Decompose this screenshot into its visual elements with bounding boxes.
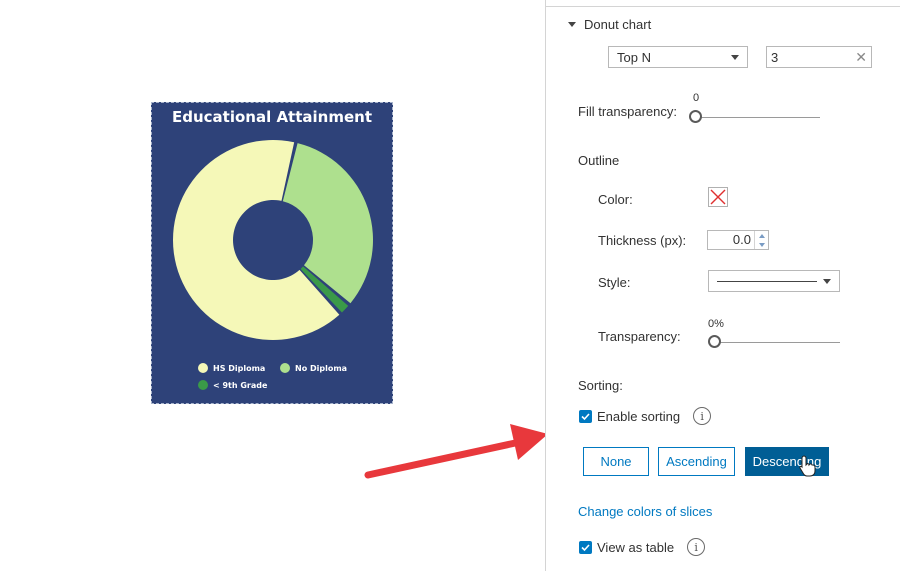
legend-label: < 9th Grade <box>213 380 268 390</box>
outline-transparency-slider-track[interactable] <box>714 342 840 343</box>
properties-panel: Donut chart Top N 3 ✕ Fill transparency:… <box>545 0 900 571</box>
donut-chart <box>173 140 373 340</box>
outline-style-label: Style: <box>598 275 631 290</box>
chart-card[interactable]: Educational Attainment HS Diploma No Dip… <box>151 102 393 404</box>
outline-color-swatch[interactable] <box>708 187 728 207</box>
stepper-up-button[interactable] <box>755 231 768 240</box>
chevron-up-icon <box>758 233 765 238</box>
outline-style-select[interactable] <box>708 270 840 292</box>
legend-item-9th-grade: < 9th Grade <box>198 380 267 390</box>
view-as-table-label: View as table <box>597 539 675 555</box>
legend-item-no-diploma: No Diploma <box>280 363 347 373</box>
caret-down-icon <box>568 22 576 27</box>
view-as-table-checkbox[interactable] <box>579 540 592 554</box>
hand-cursor-icon <box>799 455 816 477</box>
sorting-label: Sorting: <box>578 378 623 393</box>
chevron-down-icon <box>758 242 765 247</box>
stepper-buttons <box>754 231 768 249</box>
sort-ascending-button[interactable]: Ascending <box>658 447 735 476</box>
donut-chart-section-header[interactable]: Donut chart <box>568 17 651 32</box>
fill-transparency-label: Fill transparency: <box>578 104 677 119</box>
annotation-arrow <box>364 424 548 479</box>
chevron-down-icon <box>731 54 739 60</box>
legend-dot <box>198 363 208 373</box>
view-as-table-row: View as table i <box>579 538 706 556</box>
outline-thickness-value: 0.0 <box>732 232 751 247</box>
panel-divider <box>546 6 900 7</box>
legend-dot <box>198 380 208 390</box>
topn-value: 3 <box>771 49 779 65</box>
enable-sorting-checkbox[interactable] <box>579 409 592 423</box>
legend-label: HS Diploma <box>213 363 266 373</box>
outline-color-label: Color: <box>598 192 633 207</box>
legend-label: No Diploma <box>295 363 348 373</box>
topn-value-input[interactable]: 3 ✕ <box>766 46 872 68</box>
fill-transparency-slider-thumb[interactable] <box>689 110 702 123</box>
legend-item-hs-diploma: HS Diploma <box>198 363 265 373</box>
outline-thickness-label: Thickness (px): <box>598 233 687 248</box>
info-icon[interactable]: i <box>687 538 706 556</box>
section-title: Donut chart <box>584 17 652 32</box>
stepper-down-button[interactable] <box>755 240 768 249</box>
checkmark-icon <box>581 543 590 551</box>
checkmark-icon <box>581 412 590 420</box>
clear-icon[interactable]: ✕ <box>855 49 867 66</box>
outline-heading: Outline <box>578 153 620 168</box>
change-colors-link[interactable]: Change colors of slices <box>578 504 712 519</box>
topn-select[interactable]: Top N <box>608 46 748 68</box>
legend-dot <box>280 363 290 373</box>
outline-thickness-stepper[interactable]: 0.0 <box>707 230 769 250</box>
outline-transparency-label: Transparency: <box>598 329 681 344</box>
no-color-icon <box>710 189 726 205</box>
outline-transparency-slider-thumb[interactable] <box>708 335 721 348</box>
outline-transparency-value: 0% <box>708 318 724 330</box>
enable-sorting-row: Enable sorting i <box>579 407 712 425</box>
enable-sorting-label: Enable sorting <box>597 408 681 424</box>
topn-selected-value: Top N <box>617 49 651 65</box>
info-icon[interactable]: i <box>693 407 712 425</box>
fill-transparency-value: 0 <box>693 92 700 104</box>
line-style-preview <box>717 280 817 282</box>
fill-transparency-slider-track[interactable] <box>694 117 820 118</box>
sort-none-button[interactable]: None <box>583 447 649 476</box>
chevron-down-icon <box>823 278 831 284</box>
